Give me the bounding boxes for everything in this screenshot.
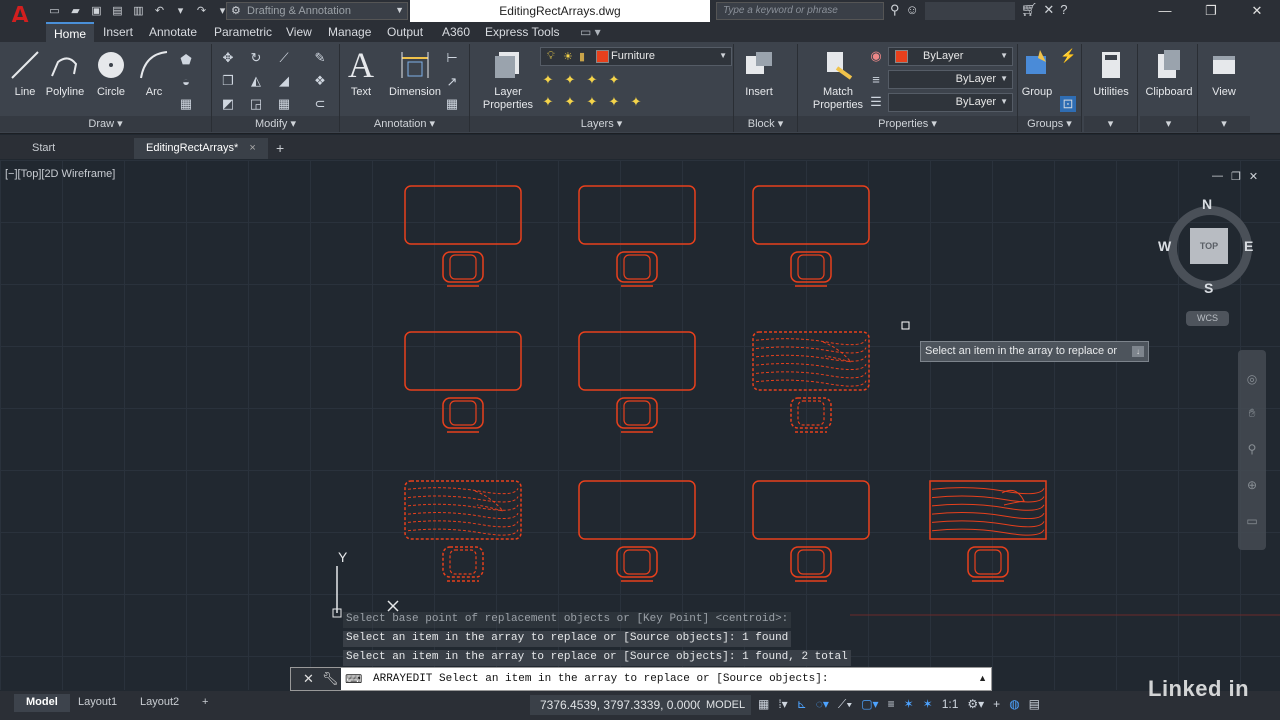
linkedin-watermark: Linked in [1148,676,1250,701]
wood-grain [931,520,1045,528]
compass-east[interactable]: E [1244,238,1253,254]
wood-grain [407,512,519,520]
auto-scale-icon[interactable]: ✶ [923,697,933,712]
zoom-icon[interactable]: ⚲ [1245,442,1259,456]
isodraft-icon[interactable]: ⟋▾ [838,697,852,712]
wood-grain [755,363,867,371]
object-snap-icon[interactable]: ▢▾ [861,697,878,712]
ucs-y-label: Y [338,549,348,565]
compass-north[interactable]: N [1202,196,1212,212]
desk [752,185,870,245]
chair-cushion [797,549,825,575]
cursor-tooltip: Select an item in the array to replace o… [920,341,1149,362]
chair-seat [790,397,832,429]
snap-icon[interactable]: ⁞▾ [778,697,787,712]
layout-tab-layout1[interactable]: Layout1 [66,694,129,712]
viewcube-top-face[interactable]: TOP [1190,228,1228,264]
command-line-text[interactable]: ARRAYEDIT Select an item in the array to… [373,673,828,685]
chair-seat [616,546,658,578]
polar-icon[interactable]: ◌▾ [816,697,829,712]
tooltip-text: Select an item in the array to replace o… [925,345,1117,357]
compass-south[interactable]: S [1204,280,1213,296]
command-line-tools: ✕ 🔧︎ [291,668,341,690]
annotation-scale-label[interactable]: 1:1 [942,697,959,712]
wrench-icon[interactable]: 🔧︎ [322,671,339,690]
orbit-icon[interactable]: ⊕ [1245,478,1259,492]
wood-grain [931,487,1045,495]
layout-tab-model[interactable]: Model [14,694,70,712]
wood-grain [407,528,519,536]
wood-grain [755,346,867,354]
status-toggles: ▦ ⁞▾ ⊾ ◌▾ ⟋▾ ▢▾ ≡ ✶ ✶ 1:1 ⚙▾ + ◍ ▤ [758,697,1040,712]
chair-cushion [797,400,825,426]
desk [404,331,522,391]
wood-grain [407,487,519,495]
desk [578,331,696,391]
quick-properties-icon[interactable]: ▤ [1029,697,1040,712]
chair-seat [616,397,658,429]
command-prompt-icon: ⌨ [345,672,363,686]
add-layout-icon[interactable]: + [190,694,220,712]
desk [752,480,870,540]
coordinates-readout[interactable]: 7376.4539, 3797.3339, 0.0000 [530,695,712,715]
units-icon[interactable]: ◍ [1009,697,1019,712]
pan-icon[interactable]: ✋︎ [1245,406,1259,420]
desk [578,480,696,540]
showmotion-icon[interactable]: ▭ [1245,514,1259,528]
chair-cushion [623,254,651,280]
chair-seat [790,251,832,283]
steering-wheel-icon[interactable]: ◎ [1245,372,1259,386]
chair-cushion [623,400,651,426]
compass-west[interactable]: W [1158,238,1171,254]
chair-seat [967,546,1009,578]
annotation-monitor-icon[interactable]: + [993,697,1000,712]
chair-seat [790,546,832,578]
chair-seat [442,251,484,283]
model-space-button[interactable]: MODEL [700,695,752,715]
viewport-controls-label[interactable]: [−][Top][2D Wireframe] [5,168,115,180]
wood-grain [931,512,1045,520]
grid-icon[interactable]: ▦ [758,697,769,712]
chair-seat [616,251,658,283]
wcs-menu[interactable]: WCS [1186,311,1229,326]
chair-seat [442,546,484,578]
chair-cushion [449,254,477,280]
minimize-viewport-icon[interactable]: — [1212,170,1223,183]
lineweight-toggle-icon[interactable]: ≡ [888,697,895,712]
chair-cushion [623,549,651,575]
chair-cushion [974,549,1002,575]
wood-grain [931,495,1045,503]
chevron-up-icon[interactable]: ▲ [978,673,987,683]
wood-grain [931,528,1045,536]
close-viewport-icon[interactable]: ✕ [1249,170,1258,183]
ortho-icon[interactable]: ⊾ [797,697,807,712]
close-icon[interactable]: ✕ [303,671,314,690]
wood-grain [931,503,1045,511]
desk [404,185,522,245]
cursor-pickbox [901,321,910,330]
chair-cushion [449,549,477,575]
workspace-gear-icon[interactable]: ⚙▾ [967,697,984,712]
chair-cushion [449,400,477,426]
status-bar: Model Layout1 Layout2 + 7376.4539, 3797.… [0,691,1280,720]
restore-viewport-icon[interactable]: ❐ [1231,170,1241,183]
command-history-line: Select an item in the array to replace o… [343,631,792,647]
command-history-line: Select base point of replacement objects… [343,612,792,628]
wood-grain [755,371,867,379]
tooltip-options-icon[interactable]: ↓ [1132,346,1144,357]
annotation-visibility-icon[interactable]: ✶ [904,697,914,712]
command-line[interactable]: ✕ 🔧︎ ⌨ ARRAYEDIT Select an item in the a… [290,667,992,691]
command-history-line: Select an item in the array to replace o… [343,650,851,666]
wood-grain [755,379,867,387]
wood-grain [407,495,519,503]
layout-tab-layout2[interactable]: Layout2 [128,694,191,712]
chair-seat [442,397,484,429]
autocad-window: ▭ ▰ ▣ ▤ ▥ ↶ ▾ ↷ ▾ ⚙ Drafting & Annotatio… [0,0,1280,720]
navigation-bar: ◎ ✋︎ ⚲ ⊕ ▭ [1238,350,1266,550]
wood-grain [407,520,519,528]
desk [578,185,696,245]
viewport-window-controls: — ❐ ✕ [1212,170,1258,183]
chair-cushion [797,254,825,280]
wood-grain [755,338,867,346]
